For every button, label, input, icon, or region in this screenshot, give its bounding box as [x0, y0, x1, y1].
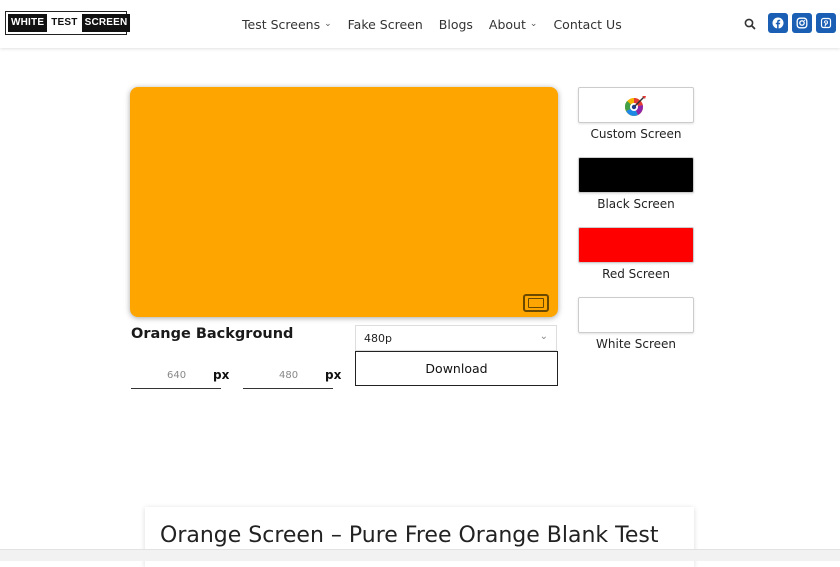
fullscreen-icon[interactable] — [523, 294, 549, 312]
black-screen-label[interactable]: Black Screen — [578, 197, 694, 211]
resolution-value: 480p — [364, 332, 392, 345]
site-header: WHITE TEST SCREEN Test Screens ⌄ Fake Sc… — [0, 0, 840, 48]
logo-word-test: TEST — [47, 14, 82, 32]
custom-screen-label[interactable]: Custom Screen — [578, 127, 694, 141]
nav-about[interactable]: About ⌄ — [489, 17, 538, 32]
nav-contact-us-label: Contact Us — [553, 16, 622, 32]
nav-test-screens-label: Test Screens — [242, 16, 321, 32]
download-button[interactable]: Download — [355, 351, 558, 386]
nav-blogs-label: Blogs — [438, 16, 473, 32]
pinterest-icon[interactable] — [816, 13, 836, 33]
site-logo[interactable]: WHITE TEST SCREEN — [5, 11, 131, 35]
width-value: 640 — [167, 370, 187, 381]
chevron-down-icon: ⌄ — [529, 19, 538, 29]
nav-test-screens[interactable]: Test Screens ⌄ — [242, 17, 332, 32]
width-input[interactable]: 640 px — [131, 366, 229, 389]
resolution-select[interactable]: 480p ⌄ — [355, 325, 557, 351]
chevron-down-icon: ⌄ — [539, 331, 548, 342]
red-screen-label[interactable]: Red Screen — [578, 267, 694, 281]
white-screen-swatch[interactable] — [578, 297, 694, 333]
nav-contact-us[interactable]: Contact Us — [553, 17, 621, 32]
red-screen-swatch[interactable] — [578, 227, 694, 263]
black-screen-swatch[interactable] — [578, 157, 694, 193]
facebook-icon[interactable] — [768, 13, 788, 33]
instagram-icon[interactable] — [792, 13, 812, 33]
nav-blogs[interactable]: Blogs — [439, 17, 473, 32]
article-title: Orange Screen – Pure Free Orange Blank T… — [160, 523, 659, 548]
nav-about-label: About — [488, 16, 526, 32]
height-unit-label: px — [325, 368, 342, 382]
logo-word-screen: SCREEN — [81, 14, 131, 32]
color-preview-screen[interactable] — [130, 87, 558, 317]
search-icon[interactable] — [743, 16, 757, 30]
nav-fake-screen[interactable]: Fake Screen — [348, 17, 423, 32]
nav-fake-screen-label: Fake Screen — [347, 16, 423, 32]
chevron-down-icon: ⌄ — [324, 19, 332, 29]
width-unit-label: px — [213, 368, 230, 382]
logo-word-white: WHITE — [8, 14, 48, 32]
main-nav: Test Screens ⌄ Fake Screen Blogs About ⌄… — [242, 0, 638, 48]
bottom-bar — [0, 549, 840, 561]
height-input[interactable]: 480 px — [243, 366, 341, 389]
height-value: 480 — [279, 370, 299, 381]
background-title: Orange Background — [131, 326, 294, 342]
white-screen-label[interactable]: White Screen — [578, 337, 694, 351]
color-wheel-icon — [623, 94, 647, 118]
